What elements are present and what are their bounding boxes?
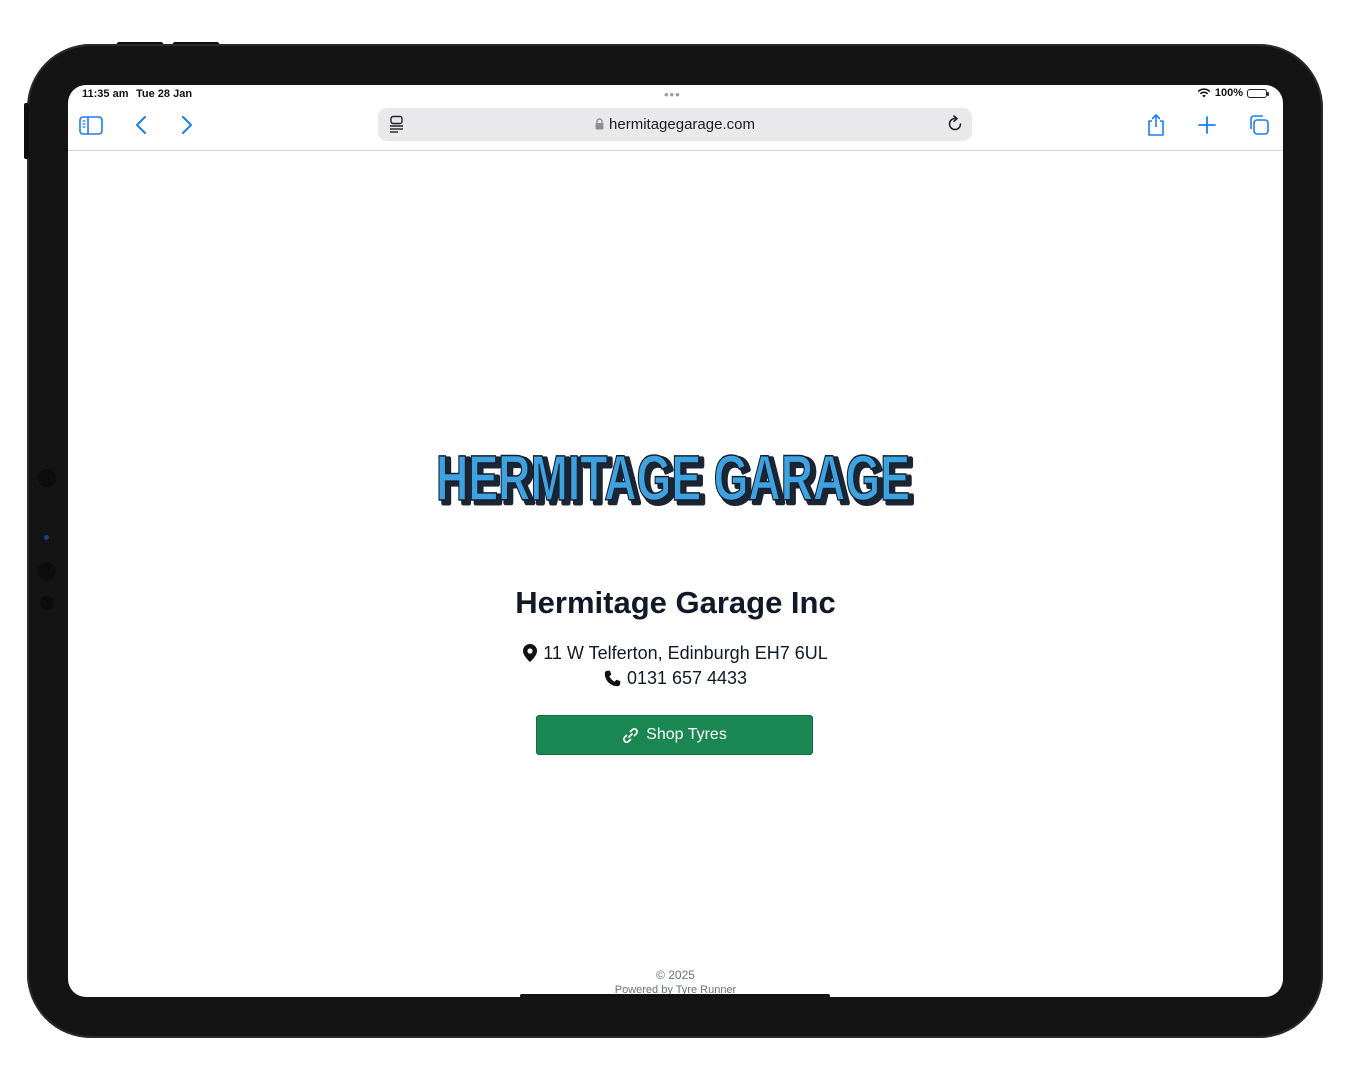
camera-lens bbox=[40, 596, 54, 610]
shop-tyres-button[interactable]: Shop Tyres bbox=[536, 715, 813, 755]
home-indicator[interactable] bbox=[520, 994, 830, 997]
address-text: 11 W Telferton, Edinburgh EH7 6UL bbox=[543, 643, 828, 663]
phone-line[interactable]: 0131 657 4433 bbox=[68, 668, 1283, 689]
status-indicators: 100% bbox=[1197, 87, 1269, 99]
address-line: 11 W Telferton, Edinburgh EH7 6UL bbox=[68, 643, 1283, 664]
copyright-text: © 2025 bbox=[656, 968, 695, 982]
battery-icon bbox=[1247, 88, 1269, 98]
power-button bbox=[24, 103, 29, 159]
shop-tyres-label: Shop Tyres bbox=[646, 726, 727, 743]
status-time: 11:35 am bbox=[82, 88, 129, 100]
phone-icon bbox=[604, 670, 621, 687]
reload-icon[interactable] bbox=[946, 115, 964, 138]
multitasking-dots-icon[interactable]: ••• bbox=[664, 87, 681, 102]
address-bar[interactable]: hermitagegarage.com bbox=[378, 108, 972, 141]
screen: 11:35 am Tue 28 Jan ••• 100% hermitagega… bbox=[68, 85, 1283, 997]
status-bar: 11:35 am Tue 28 Jan ••• 100% bbox=[68, 85, 1283, 105]
camera-sensor bbox=[44, 535, 49, 540]
new-tab-icon[interactable] bbox=[1193, 112, 1221, 138]
url-text: hermitagegarage.com bbox=[609, 116, 755, 133]
share-icon[interactable] bbox=[1142, 112, 1170, 138]
wifi-icon bbox=[1197, 88, 1211, 98]
camera-lens bbox=[38, 562, 56, 580]
sidebar-icon[interactable] bbox=[77, 112, 105, 138]
garage-logo[interactable]: HERMITAGE GARAGE HERMITAGE GARAGE bbox=[434, 441, 918, 519]
logo-text: HERMITAGE GARAGE bbox=[436, 445, 910, 510]
browser-toolbar: hermitagegarage.com bbox=[68, 105, 1283, 151]
phone-text[interactable]: 0131 657 4433 bbox=[627, 668, 747, 688]
back-icon[interactable] bbox=[127, 112, 155, 138]
location-pin-icon bbox=[523, 644, 538, 662]
url-display[interactable]: hermitagegarage.com bbox=[378, 116, 972, 133]
status-date: Tue 28 Jan bbox=[136, 88, 193, 100]
link-icon bbox=[623, 727, 639, 743]
business-name: Hermitage Garage Inc bbox=[515, 585, 836, 620]
camera-lens bbox=[38, 469, 56, 487]
forward-icon[interactable] bbox=[173, 112, 201, 138]
battery-percent: 100% bbox=[1214, 87, 1243, 99]
tabs-icon[interactable] bbox=[1245, 112, 1273, 138]
lock-icon bbox=[595, 118, 604, 130]
